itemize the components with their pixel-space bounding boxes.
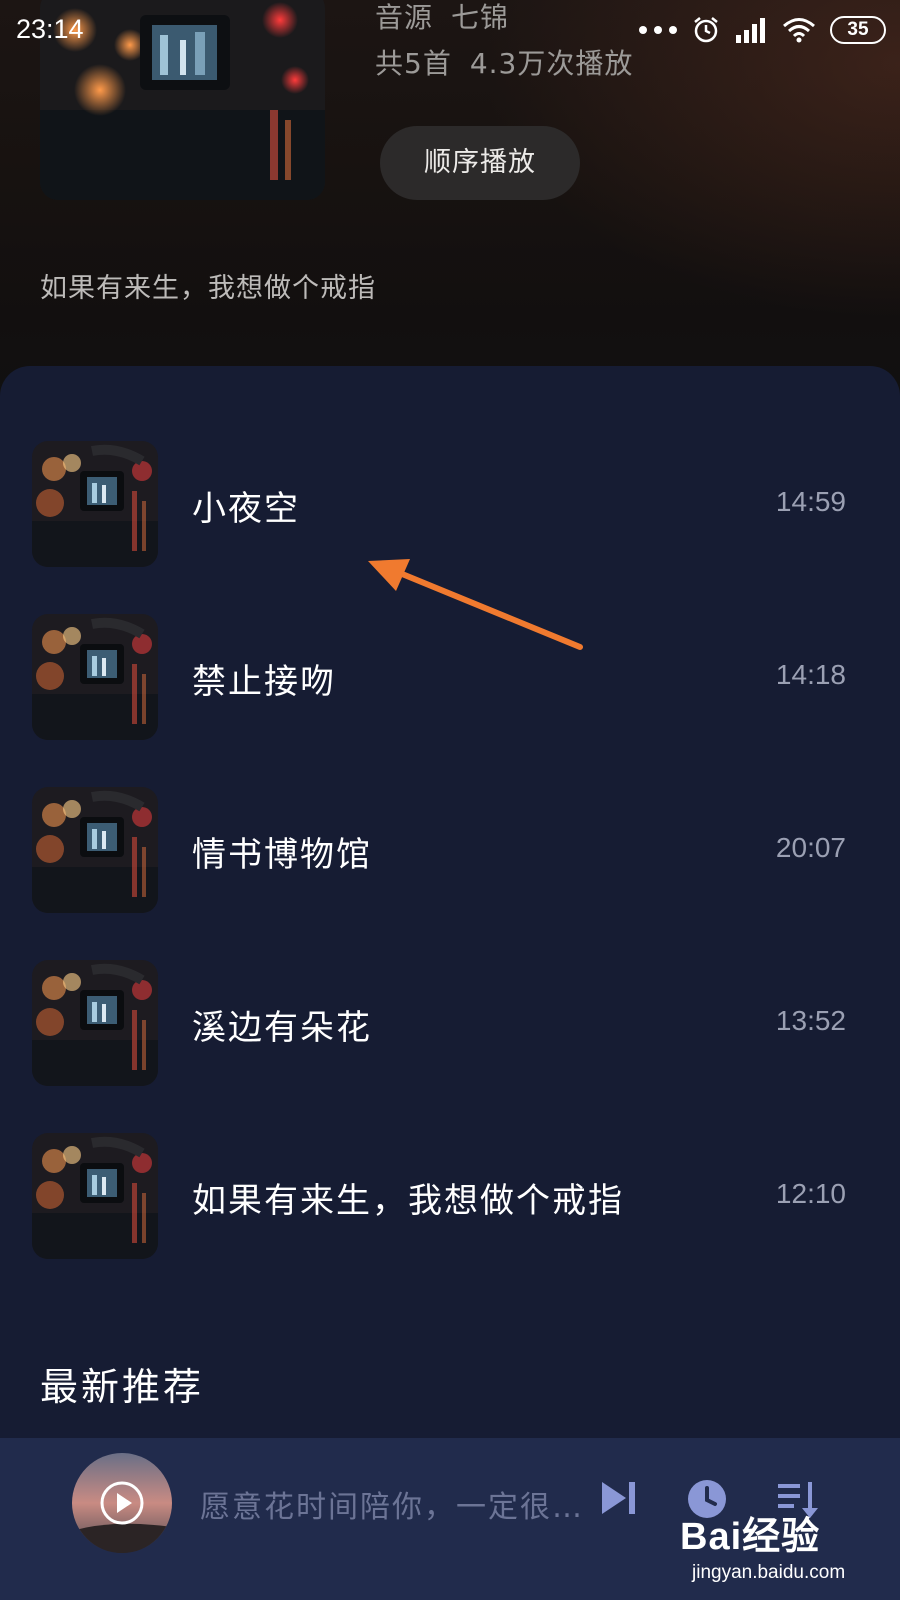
next-track-icon[interactable]: [600, 1478, 640, 1518]
track-title: 如果有来生，我想做个戒指: [192, 1181, 624, 1221]
track-title: 溪边有朵花: [192, 1008, 372, 1048]
track-duration: 14:59: [775, 486, 846, 517]
track-row[interactable]: 小夜空 14:59: [0, 441, 900, 567]
alarm-icon: [694, 17, 718, 43]
status-bar: 23:14 35: [0, 0, 900, 62]
track-duration: 12:10: [775, 1178, 846, 1209]
track-duration: 14:18: [775, 659, 846, 690]
track-thumbnail: [32, 1133, 158, 1259]
track-row[interactable]: 如果有来生，我想做个戒指 12:10: [0, 1133, 900, 1259]
track-thumbnail: [32, 787, 158, 913]
status-time: 23:14: [16, 14, 84, 44]
baidu-jingyan-watermark: Bai经验 jingyan.baidu.com: [680, 1505, 845, 1584]
section-title-latest: 最新推荐: [40, 1365, 205, 1409]
track-duration: 13:52: [775, 1005, 846, 1036]
signal-icon: [736, 18, 765, 43]
track-duration: 20:07: [775, 832, 846, 863]
battery-indicator: 35: [830, 16, 886, 44]
track-thumbnail: [32, 614, 158, 740]
track-title: 小夜空: [192, 489, 300, 529]
annotation-arrow: [368, 559, 583, 650]
now-playing-cover[interactable]: [72, 1453, 172, 1553]
watermark-logo: Bai经验: [680, 1516, 821, 1558]
status-icons: 35: [638, 14, 886, 46]
track-title: 情书博物馆: [192, 835, 372, 875]
sequential-play-button[interactable]: 顺序播放: [380, 126, 580, 200]
track-thumbnail: [32, 960, 158, 1086]
track-row[interactable]: 情书博物馆 20:07: [0, 787, 900, 913]
watermark-url: jingyan.baidu.com: [692, 1562, 846, 1583]
track-thumbnail: [32, 441, 158, 567]
track-title: 禁止接吻: [192, 662, 336, 702]
more-dots-icon: [639, 26, 677, 34]
wifi-icon: [783, 18, 815, 43]
now-playing-title: 愿意花时间陪你，一定很…: [200, 1490, 584, 1525]
album-description: 如果有来生，我想做个戒指: [40, 273, 376, 304]
track-row[interactable]: 溪边有朵花 13:52: [0, 960, 900, 1086]
